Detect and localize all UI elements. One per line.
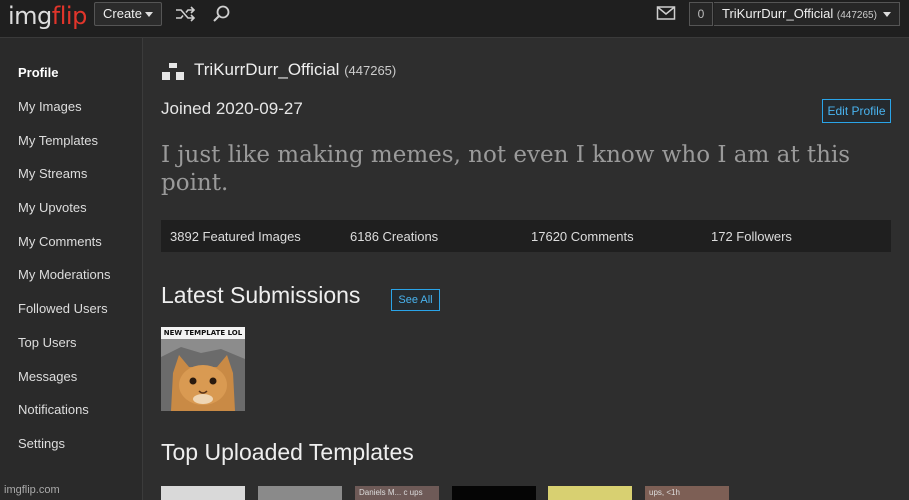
imgflip-logo[interactable]: imgflip [8, 2, 87, 30]
stats-bar: 3892 Featured Images 6186 Creations 1762… [161, 220, 891, 252]
mail-icon[interactable] [656, 5, 676, 21]
notification-count[interactable]: 0 [689, 2, 713, 26]
create-button[interactable]: Create [94, 2, 162, 26]
cat-image [161, 339, 245, 411]
sidebar-item-messages[interactable]: Messages [18, 369, 77, 384]
top-bar: imgflip Create 0 TriKurrDurr_Official (4… [0, 0, 909, 38]
joined-date: Joined 2020-09-27 [161, 99, 303, 118]
template-thumb-3-label: Daniels M... c ups [359, 488, 423, 497]
logo-img: img [8, 2, 52, 30]
template-thumb-6[interactable]: ups, <1h [645, 486, 729, 500]
latest-submissions-title: Latest Submissions [161, 282, 361, 308]
sidebar-item-my-templates[interactable]: My Templates [18, 133, 98, 148]
thumbnail-caption: NEW TEMPLATE LOL [161, 327, 245, 339]
sidebar-item-followed-users[interactable]: Followed Users [18, 301, 108, 316]
top-templates-title: Top Uploaded Templates [161, 439, 414, 465]
sidebar-item-my-comments[interactable]: My Comments [18, 234, 102, 249]
stat-followers[interactable]: 172 Followers [711, 229, 792, 244]
site-url: imgflip.com [4, 484, 60, 496]
profile-bio: I just like making memes, not even I kno… [161, 142, 851, 196]
template-thumb-2[interactable] [258, 486, 342, 500]
template-thumb-5[interactable] [548, 486, 632, 500]
sidebar-item-top-users[interactable]: Top Users [18, 335, 77, 350]
create-label: Create [103, 6, 143, 21]
avatar [162, 63, 184, 80]
sidebar-item-my-moderations[interactable]: My Moderations [18, 267, 110, 282]
template-thumb-4[interactable] [452, 486, 536, 500]
edit-profile-button[interactable]: Edit Profile [822, 99, 891, 123]
stat-comments[interactable]: 17620 Comments [531, 229, 634, 244]
profile-username: TriKurrDurr_Official [194, 60, 340, 79]
template-thumb-1[interactable] [161, 486, 245, 500]
logo-flip: flip [51, 2, 88, 30]
shuffle-icon[interactable] [174, 4, 196, 24]
sidebar-item-notifications[interactable]: Notifications [18, 402, 89, 417]
sidebar-item-my-streams[interactable]: My Streams [18, 166, 87, 181]
header-points: (447265) [836, 10, 877, 21]
profile-points: (447265) [344, 63, 397, 78]
stat-featured-images[interactable]: 3892 Featured Images [170, 229, 301, 244]
submission-thumbnail[interactable]: NEW TEMPLATE LOL [161, 327, 245, 411]
header-username: TriKurrDurr_Official [722, 6, 834, 21]
sidebar-item-profile[interactable]: Profile [18, 65, 58, 80]
sidebar-item-my-images[interactable]: My Images [18, 99, 82, 114]
search-icon[interactable] [211, 4, 233, 24]
template-thumb-6-label: ups, <1h [649, 488, 680, 497]
user-menu-button[interactable]: TriKurrDurr_Official (447265) [714, 2, 900, 26]
sidebar-item-settings[interactable]: Settings [18, 436, 65, 451]
see-all-button[interactable]: See All [391, 289, 440, 311]
chevron-down-icon [883, 12, 891, 17]
profile-username-line: TriKurrDurr_Official (447265) [194, 60, 396, 80]
stat-creations[interactable]: 6186 Creations [350, 229, 438, 244]
sidebar-item-my-upvotes[interactable]: My Upvotes [18, 200, 87, 215]
chevron-down-icon [145, 12, 153, 17]
template-thumb-3[interactable]: Daniels M... c ups [355, 486, 439, 500]
